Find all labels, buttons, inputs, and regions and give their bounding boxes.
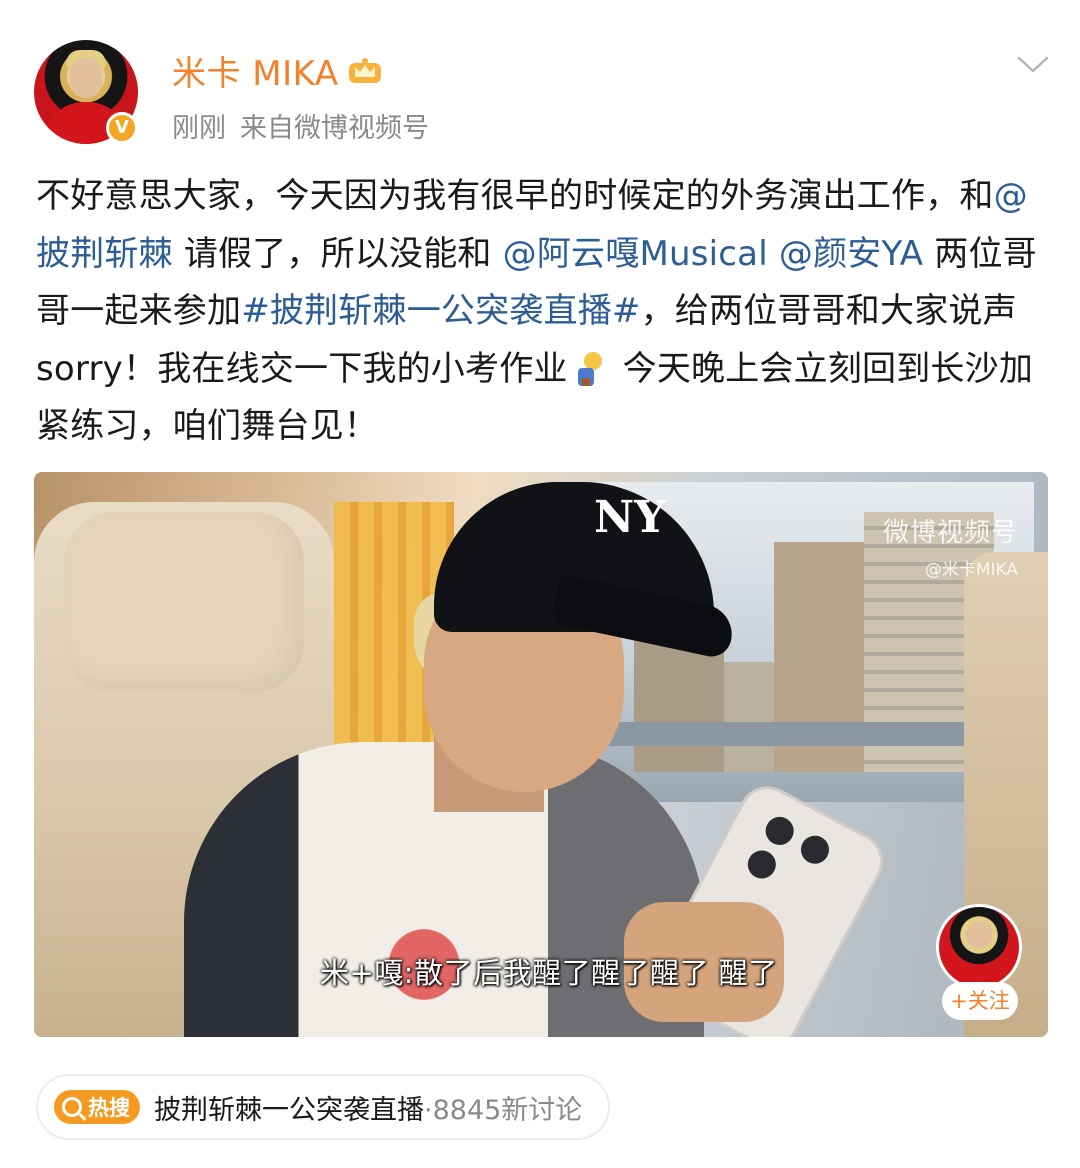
text-segment	[768, 234, 779, 274]
post-header: V 米卡 MIKA 刚刚 来自微博视频号	[34, 40, 1054, 150]
camera-lens	[742, 845, 781, 884]
chevron-down-icon[interactable]	[1016, 54, 1050, 76]
author-name[interactable]: 米卡 MIKA	[172, 46, 339, 95]
video-watermark: 微博视频号 @米卡MIKA	[883, 512, 1018, 580]
watermark-logo: 微博视频号	[882, 518, 1018, 548]
hot-search-topic: 披荆斩棘一公突袭直播	[154, 1094, 424, 1126]
video-player[interactable]: NY 微博视频号 @米卡MIKA 米+嘎:散了后我醒了醒了醒了 醒了 +关注	[34, 472, 1048, 1037]
watermark-handle: @米卡MIKA	[924, 560, 1018, 580]
author-name-row: 米卡 MIKA	[172, 46, 383, 95]
cap-logo: NY	[594, 492, 666, 543]
hot-search-badge-label: 热搜	[88, 1096, 130, 1120]
headrest	[64, 512, 304, 692]
mention-link[interactable]: @阿云嘎Musical	[503, 234, 768, 274]
hot-search-count: ·8845新讨论	[424, 1094, 583, 1126]
follow-button[interactable]: +关注	[942, 982, 1018, 1020]
verified-icon: V	[106, 112, 138, 144]
hashtag-link[interactable]: #披荆斩棘一公突袭直播#	[241, 291, 640, 331]
post-time: 刚刚	[172, 113, 226, 144]
crown-icon	[348, 58, 381, 83]
video-author-avatar[interactable]	[936, 904, 1022, 990]
camera-lens	[760, 811, 799, 850]
homework-emoji-icon	[574, 351, 606, 386]
post-source[interactable]: 来自微博视频号	[240, 113, 429, 144]
text-segment: 不好意思大家，今天因为我有很早的时候定的外务演出工作，和	[36, 176, 994, 216]
camera-lens	[796, 830, 834, 869]
search-icon	[62, 1097, 82, 1117]
hot-search-badge: 热搜	[54, 1090, 140, 1124]
hot-search-chip[interactable]: 热搜 披荆斩棘一公突袭直播 ·8845新讨论	[36, 1074, 611, 1140]
text-segment: 请假了，所以没能和	[172, 233, 503, 274]
avatar-face	[70, 58, 102, 98]
mention-link[interactable]: @颜安YA	[779, 234, 923, 274]
post-text: 不好意思大家，今天因为我有很早的时候定的外务演出工作，和@披荆斩棘 请假了，所以…	[36, 168, 1046, 456]
building	[724, 662, 774, 772]
post-meta: 刚刚 来自微博视频号	[172, 106, 429, 145]
video-subtitle: 米+嘎:散了后我醒了醒了醒了 醒了	[320, 956, 778, 990]
